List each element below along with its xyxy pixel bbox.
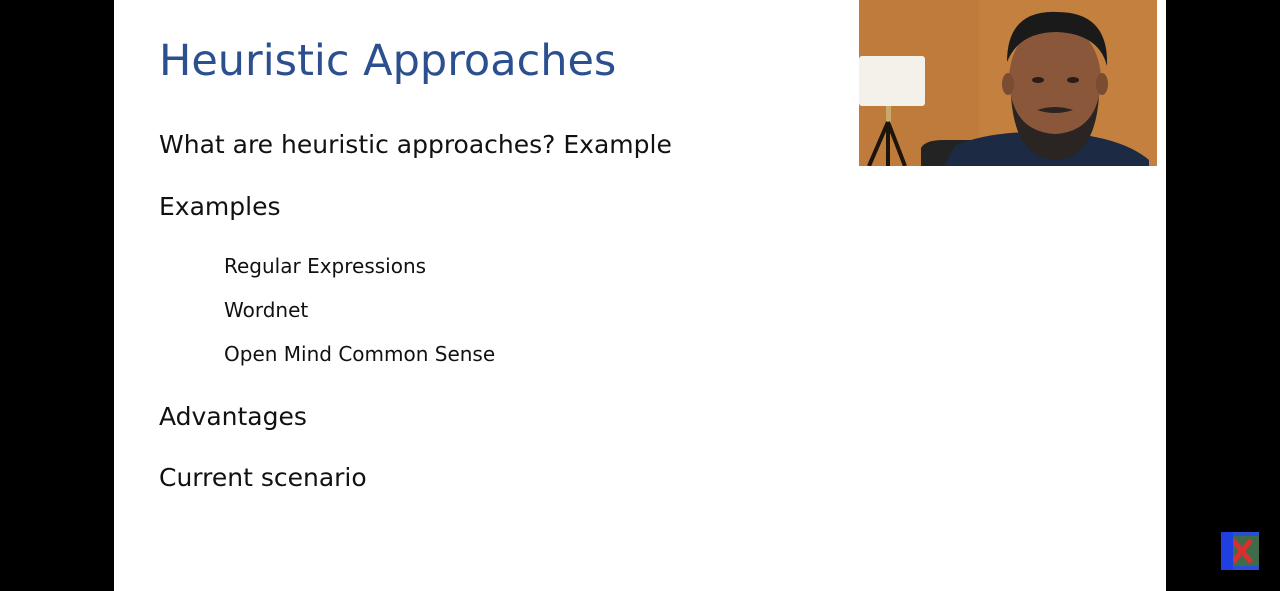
slide-title: Heuristic Approaches bbox=[159, 36, 617, 86]
presentation-slide: Heuristic Approaches What are heuristic … bbox=[114, 0, 1166, 591]
presenter-video-icon bbox=[859, 0, 1157, 166]
bullet-what-are-heuristic-approaches: What are heuristic approaches? Example bbox=[159, 130, 672, 159]
bullet-examples: Examples bbox=[159, 192, 281, 221]
sub-bullet-open-mind-common-sense: Open Mind Common Sense bbox=[224, 342, 496, 366]
channel-logo-icon bbox=[1221, 532, 1259, 570]
presenter-webcam-overlay bbox=[859, 0, 1157, 166]
bullet-current-scenario: Current scenario bbox=[159, 463, 367, 492]
sub-bullet-wordnet: Wordnet bbox=[224, 298, 309, 322]
video-player-screen: Heuristic Approaches What are heuristic … bbox=[0, 0, 1280, 591]
bullet-advantages: Advantages bbox=[159, 402, 307, 431]
sub-bullet-regular-expressions: Regular Expressions bbox=[224, 254, 427, 278]
